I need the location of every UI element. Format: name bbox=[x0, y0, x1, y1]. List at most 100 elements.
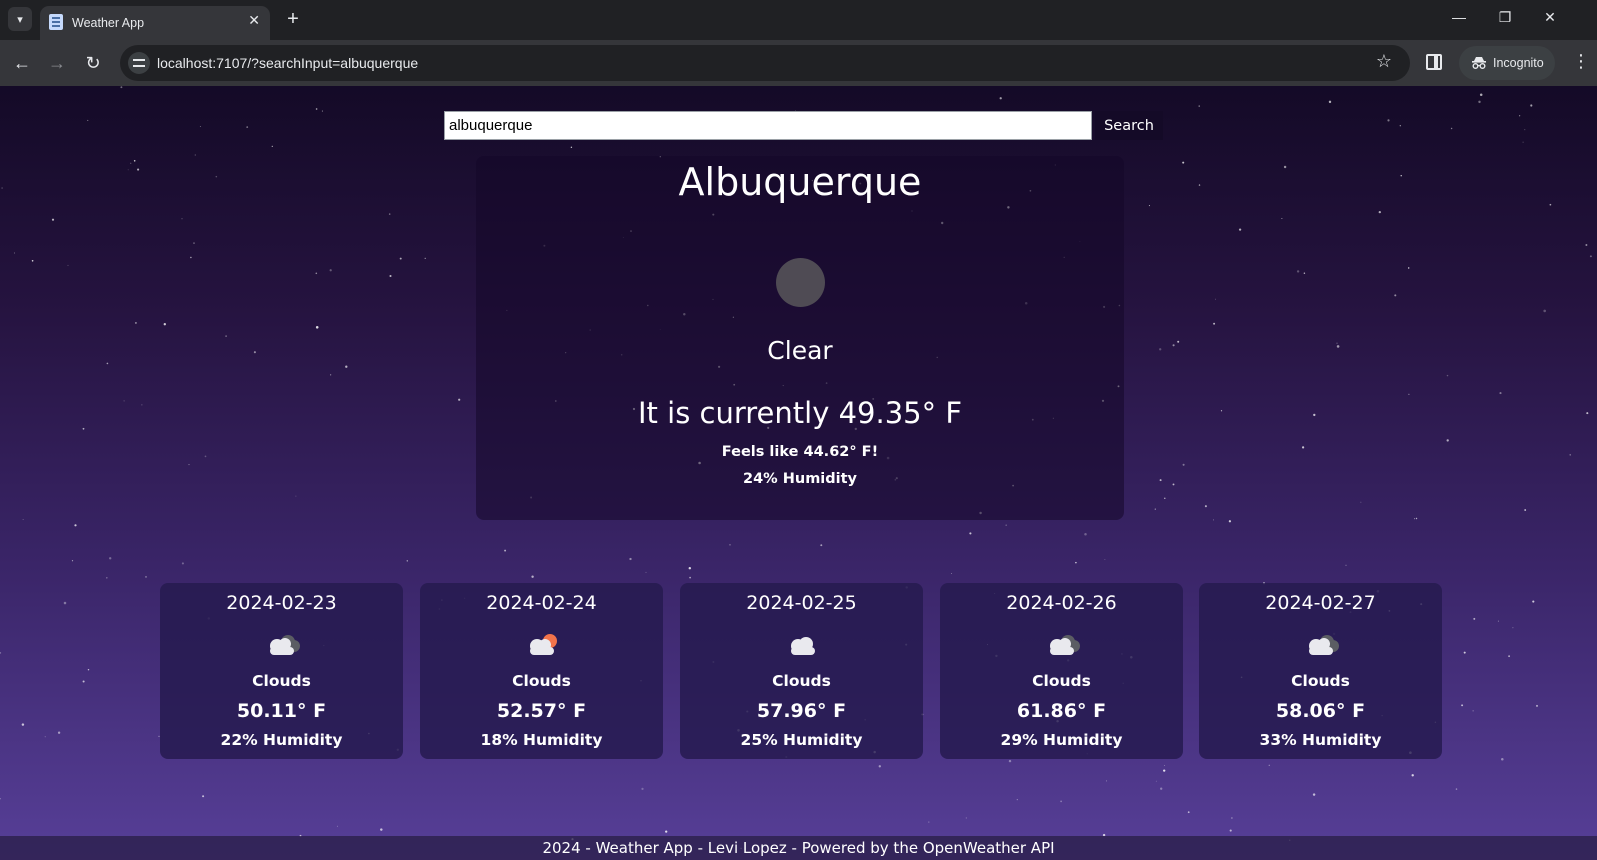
star-dot bbox=[1312, 793, 1316, 796]
back-arrow-icon[interactable]: ← bbox=[10, 51, 34, 75]
star-dot bbox=[1182, 161, 1185, 164]
reload-icon[interactable]: ↻ bbox=[81, 51, 105, 75]
star-dot bbox=[1303, 272, 1306, 275]
restore-icon[interactable]: ❐ bbox=[1490, 9, 1520, 26]
star-dot bbox=[1148, 205, 1150, 207]
forecast-humidity: 33% Humidity bbox=[1259, 731, 1382, 749]
star-dot bbox=[271, 145, 273, 148]
star-dot bbox=[204, 455, 207, 458]
forecast-temperature: 58.06° F bbox=[1275, 700, 1366, 722]
star-dot bbox=[1084, 532, 1087, 536]
star-dot bbox=[1360, 501, 1362, 503]
close-window-icon[interactable]: ✕ bbox=[1535, 9, 1565, 26]
page-favicon-icon bbox=[49, 14, 63, 30]
star-dot bbox=[399, 257, 402, 260]
star-dot bbox=[1524, 509, 1527, 511]
site-info-icon[interactable] bbox=[128, 52, 150, 74]
star-dot bbox=[1499, 392, 1502, 395]
star-dot bbox=[120, 86, 123, 89]
star-dot bbox=[1522, 141, 1524, 143]
star-dot bbox=[295, 495, 297, 497]
forward-arrow-icon[interactable]: → bbox=[45, 51, 69, 75]
browser-tab-strip: ▾ Weather App ✕ + — ❐ ✕ bbox=[0, 0, 1597, 40]
star-dot bbox=[106, 577, 108, 579]
browser-tab[interactable]: Weather App ✕ bbox=[40, 6, 270, 40]
star-dot bbox=[1536, 704, 1538, 707]
feels-like-text: Feels like 44.62° F! bbox=[721, 444, 879, 460]
star-dot bbox=[137, 168, 140, 171]
city-name: Albuquerque bbox=[678, 160, 922, 204]
star-dot bbox=[1163, 769, 1166, 772]
address-bar[interactable]: localhost:7107/?searchInput=albuquerque … bbox=[120, 45, 1410, 81]
star-dot bbox=[1408, 393, 1410, 395]
star-dot bbox=[1313, 413, 1316, 417]
star-dot bbox=[729, 544, 731, 546]
star-dot bbox=[315, 272, 318, 275]
star-dot bbox=[1301, 446, 1305, 449]
tab-search-button[interactable]: ▾ bbox=[8, 7, 32, 31]
star-dot bbox=[570, 146, 573, 149]
star-dot bbox=[1479, 93, 1483, 97]
forecast-humidity: 18% Humidity bbox=[480, 731, 603, 749]
star-dot bbox=[330, 374, 332, 376]
city-search-input[interactable] bbox=[444, 111, 1092, 140]
star-dot bbox=[1154, 508, 1156, 510]
star-dot bbox=[1177, 340, 1180, 343]
current-humidity: 24% Humidity bbox=[742, 471, 858, 487]
star-dot bbox=[1589, 255, 1592, 258]
url-text[interactable]: localhost:7107/?searchInput=albuquerque bbox=[157, 55, 418, 71]
forecast-description: Clouds bbox=[1291, 672, 1350, 690]
star-dot bbox=[336, 825, 338, 827]
star-dot bbox=[87, 668, 90, 671]
star-dot bbox=[130, 162, 132, 164]
star-dot bbox=[1172, 483, 1175, 486]
star-dot bbox=[133, 160, 136, 162]
star-dot bbox=[629, 557, 632, 561]
star-dot bbox=[1215, 298, 1216, 300]
star-dot bbox=[1532, 600, 1535, 603]
star-dot bbox=[1399, 125, 1401, 127]
search-button[interactable]: Search bbox=[1095, 111, 1163, 140]
close-tab-icon[interactable]: ✕ bbox=[248, 12, 260, 29]
star-dot bbox=[315, 108, 318, 110]
star-dot bbox=[1473, 617, 1476, 620]
incognito-icon bbox=[1472, 57, 1486, 69]
star-dot bbox=[1075, 561, 1077, 564]
star-dot bbox=[1446, 374, 1449, 377]
star-dot bbox=[1213, 322, 1216, 325]
forecast-date: 2024-02-27 bbox=[1265, 592, 1376, 614]
current-condition: Clear bbox=[767, 336, 833, 365]
star-dot bbox=[1296, 270, 1300, 273]
star-dot bbox=[1400, 175, 1402, 177]
star-dot bbox=[1268, 764, 1270, 766]
star-dot bbox=[1220, 410, 1223, 412]
star-dot bbox=[1336, 345, 1340, 348]
star-dot bbox=[1016, 799, 1018, 801]
incognito-label: Incognito bbox=[1493, 56, 1544, 70]
few-clouds-sun-icon bbox=[530, 634, 557, 655]
star-dot bbox=[1569, 454, 1571, 456]
star-dot bbox=[878, 765, 881, 768]
incognito-profile-button[interactable]: Incognito bbox=[1459, 46, 1555, 80]
star-dot bbox=[1187, 811, 1190, 814]
star-dot bbox=[665, 830, 668, 833]
forecast-card: 2024-02-24 Clouds 52.57° F 18% Humidity bbox=[420, 583, 663, 759]
forecast-card: 2024-02-23 Clouds 50.11° F 22% Humidity bbox=[160, 583, 403, 759]
star-dot bbox=[1543, 309, 1546, 313]
forecast-card: 2024-02-26 Clouds 61.86° F 29% Humidity bbox=[940, 583, 1183, 759]
star-dot bbox=[145, 576, 147, 578]
star-dot bbox=[1472, 710, 1474, 712]
browser-menu-icon[interactable]: ⋮ bbox=[1572, 52, 1590, 70]
clear-weather-icon bbox=[776, 258, 825, 307]
star-dot bbox=[87, 119, 89, 121]
star-dot bbox=[380, 828, 383, 831]
new-tab-button[interactable]: + bbox=[281, 7, 305, 31]
star-dot bbox=[0, 652, 2, 654]
forecast-description: Clouds bbox=[252, 672, 311, 690]
bookmark-star-icon[interactable]: ☆ bbox=[1376, 51, 1392, 72]
star-dot bbox=[1378, 210, 1381, 214]
minimize-icon[interactable]: — bbox=[1444, 9, 1474, 25]
star-dot bbox=[0, 798, 1, 800]
star-dot bbox=[1238, 228, 1242, 231]
side-panel-icon[interactable] bbox=[1426, 54, 1442, 70]
